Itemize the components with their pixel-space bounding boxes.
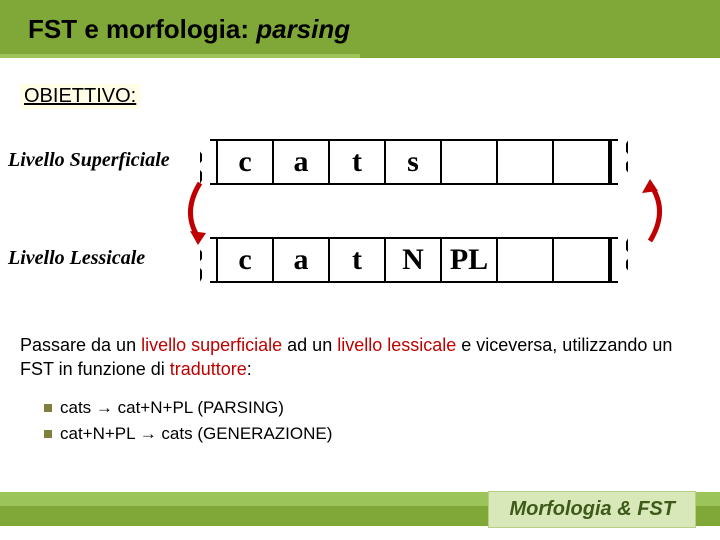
- tape-cell: [442, 141, 498, 183]
- tape-cell: c: [218, 141, 274, 183]
- tape-cell: PL: [442, 239, 498, 281]
- lexical-tape: c a t N PL: [200, 237, 628, 283]
- levels-diagram: Livello Superficiale c a t s Livello Les…: [0, 139, 720, 321]
- up-arrow-icon: [640, 179, 672, 245]
- para-text: :: [247, 359, 252, 379]
- tape-cell: a: [274, 239, 330, 281]
- torn-edge-left: [202, 239, 218, 281]
- surface-tape: c a t s: [200, 139, 628, 185]
- slide-title: FST e morfologia: parsing: [28, 14, 350, 45]
- para-text: ad un: [282, 335, 337, 355]
- tape-cell: [498, 239, 554, 281]
- bullet-text: cat+N+PL: [60, 424, 140, 443]
- lexical-level-label: Livello Lessicale: [8, 247, 145, 270]
- para-highlight: livello lessicale: [337, 335, 456, 355]
- footer-label: Morfologia & FST: [488, 491, 696, 528]
- bullet-parsing: cats → cat+N+PL (PARSING): [44, 398, 720, 418]
- bullet-generation: cat+N+PL → cats (GENERAZIONE): [44, 424, 720, 444]
- surface-level-label: Livello Superficiale: [8, 149, 170, 172]
- arrow-right-icon: →: [96, 398, 113, 418]
- tape-cell: [498, 141, 554, 183]
- header-bar: FST e morfologia: parsing: [0, 0, 720, 58]
- tape-cell: c: [218, 239, 274, 281]
- tape-cell: [554, 141, 610, 183]
- torn-edge-left: [202, 141, 218, 183]
- bullet-icon: [44, 404, 52, 412]
- tape-cell: [554, 239, 610, 281]
- bullet-icon: [44, 430, 52, 438]
- header-underline: [0, 54, 720, 58]
- tape-cell: a: [274, 141, 330, 183]
- para-highlight: livello superficiale: [141, 335, 282, 355]
- arrow-right-icon: →: [140, 424, 157, 444]
- para-highlight: traduttore: [170, 359, 247, 379]
- bullet-text: cat+N+PL (PARSING): [113, 398, 284, 417]
- tape-cell: N: [386, 239, 442, 281]
- bullet-text: cats (GENERAZIONE): [157, 424, 333, 443]
- description-paragraph: Passare da un livello superficiale ad un…: [20, 333, 700, 382]
- torn-edge-right: [610, 141, 626, 183]
- example-bullets: cats → cat+N+PL (PARSING) cat+N+PL → cat…: [44, 398, 720, 444]
- title-part-1: FST e morfologia:: [28, 14, 249, 44]
- tape-cell: t: [330, 141, 386, 183]
- para-text: Passare da un: [20, 335, 141, 355]
- down-arrow-icon: [176, 179, 208, 245]
- bullet-text: cats: [60, 398, 96, 417]
- title-part-2: parsing: [249, 14, 350, 44]
- torn-edge-right: [610, 239, 626, 281]
- tape-cell: t: [330, 239, 386, 281]
- objective-label: OBIETTIVO:: [20, 84, 140, 109]
- tape-cell: s: [386, 141, 442, 183]
